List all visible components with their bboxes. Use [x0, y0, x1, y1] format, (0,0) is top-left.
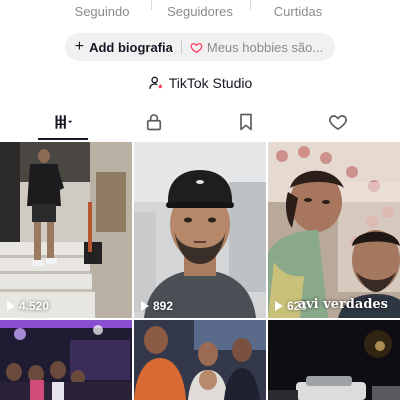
hobbies-label: Meus hobbies são...: [206, 39, 324, 55]
bio-pill[interactable]: + Add biografia Meus hobbies são...: [64, 33, 336, 61]
view-count: 4.520: [7, 299, 49, 313]
plus-icon: +: [74, 38, 85, 55]
profile-tabs: [0, 104, 400, 140]
tab-liked[interactable]: [288, 104, 388, 140]
add-bio-button[interactable]: + Add biografia: [75, 39, 173, 55]
video-thumbnail[interactable]: 892: [134, 142, 266, 318]
staircase-scene-image: [0, 142, 132, 318]
party-night-image: [0, 320, 132, 400]
heart-icon: [329, 115, 347, 131]
stat-likes-label[interactable]: Curtidas: [274, 4, 322, 19]
video-thumbnail[interactable]: 623 avi verdades: [268, 142, 400, 318]
selfie-man-image: [134, 142, 266, 318]
play-icon: [275, 301, 283, 311]
hobbies-suggestion[interactable]: Meus hobbies são...: [190, 40, 323, 55]
active-tab-indicator: [38, 138, 88, 140]
bio-row: + Add biografia Meus hobbies são...: [0, 33, 400, 61]
grid-icon: [55, 115, 73, 129]
video-thumbnail[interactable]: [134, 320, 266, 400]
tab-private[interactable]: [104, 104, 204, 140]
lock-icon: [146, 114, 162, 131]
video-thumbnail[interactable]: 4.520: [0, 142, 132, 318]
view-count-label: 892: [153, 299, 174, 313]
add-bio-label: Add biografia: [89, 39, 173, 55]
stat-followers-label[interactable]: Seguidores: [167, 4, 233, 19]
play-icon: [7, 301, 15, 311]
studio-label: TikTok Studio: [168, 75, 253, 91]
heart-outline-icon: [190, 42, 203, 53]
view-count-label: 4.520: [19, 299, 50, 313]
tab-videos[interactable]: [13, 104, 113, 140]
crowd-selfie-image: [134, 320, 266, 400]
video-thumbnail[interactable]: [0, 320, 132, 400]
tiktok-studio-link[interactable]: TikTok Studio: [0, 72, 400, 94]
pill-divider: [180, 40, 182, 54]
bookmark-icon: [240, 113, 252, 131]
studio-person-icon: [149, 76, 163, 89]
stat-following-label[interactable]: Seguindo: [75, 4, 130, 19]
play-icon: [141, 301, 149, 311]
video-thumbnail[interactable]: [268, 320, 400, 400]
tab-saved[interactable]: [196, 104, 296, 140]
profile-stats: Seguindo Seguidores Curtidas: [0, 0, 400, 26]
stat-divider: [250, 0, 251, 10]
stat-divider: [151, 0, 152, 10]
view-count: 892: [141, 299, 173, 313]
video-caption-overlay: avi verdades: [297, 297, 388, 312]
bed-selfie-image: [268, 142, 400, 318]
night-street-image: [268, 320, 400, 400]
